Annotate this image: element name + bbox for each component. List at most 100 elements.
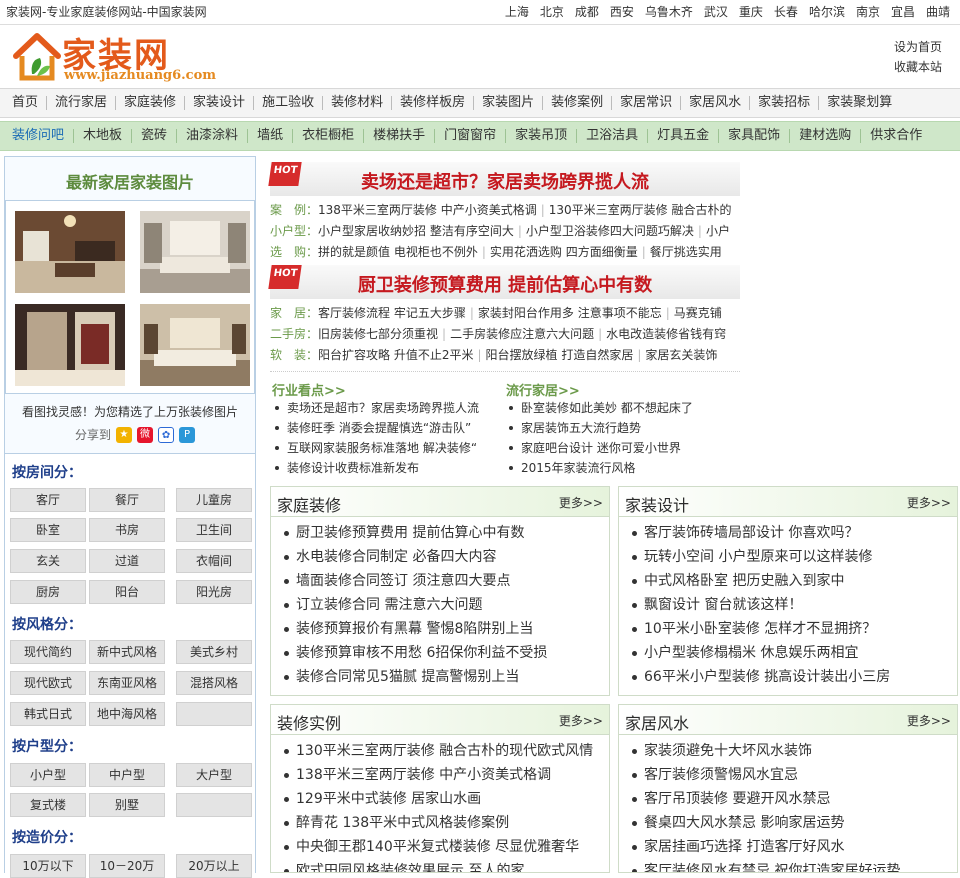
type-tag[interactable]: 大户型 xyxy=(176,763,252,787)
room-tag[interactable]: 玄关 xyxy=(10,549,86,573)
weibo-icon[interactable]: 微 xyxy=(137,426,154,443)
section-title[interactable]: 装修实例 xyxy=(277,710,341,734)
room-tag[interactable]: 餐厅 xyxy=(89,488,165,512)
type-tag[interactable]: 复式楼 xyxy=(10,793,86,817)
nav-item[interactable]: 流行家居 xyxy=(47,96,117,110)
nav-item[interactable]: 家装图片 xyxy=(474,96,544,110)
room-tag[interactable]: 阳台 xyxy=(89,580,165,604)
list-item[interactable]: 卖场还是超市？家居卖场跨界揽人流 xyxy=(272,398,504,418)
subnav-item[interactable]: 门窗窗帘 xyxy=(435,129,507,143)
style-tag[interactable]: 美式乡村 xyxy=(176,640,252,664)
city-link[interactable]: 成都 xyxy=(575,0,599,24)
nav-item[interactable]: 施工验收 xyxy=(254,96,324,110)
list-item[interactable]: 客厅装饰砖墙局部设计 你喜欢吗？ xyxy=(619,521,957,545)
list-item[interactable]: 装修预算报价有黑幕 警惕8陷阱别上当 xyxy=(271,617,609,641)
style-tag[interactable]: 东南亚风格 xyxy=(89,671,165,695)
style-tag[interactable]: 现代简约 xyxy=(10,640,86,664)
list-item[interactable]: 中央御王郡140平米复式楼装修 尽显优雅奢华 xyxy=(271,835,609,859)
style-tag[interactable]: 现代欧式 xyxy=(10,671,86,695)
price-tag[interactable]: 10－20万 xyxy=(89,854,165,878)
list-item[interactable]: 客厅装修须警惕风水宜忌 xyxy=(619,763,957,787)
subnav-item[interactable]: 木地板 xyxy=(74,129,133,143)
row-link[interactable]: 130平米三室两厅装修 融合古朴的 xyxy=(549,203,732,217)
city-link[interactable]: 武汉 xyxy=(704,0,728,24)
list-item[interactable]: 醉青花 138平米中式风格装修案例 xyxy=(271,811,609,835)
list-item[interactable]: 客厅装修风水有禁忌 祝你打造家居好运势 xyxy=(619,859,957,872)
list-item[interactable]: 66平米小户型装修 挑高设计装出小三房 xyxy=(619,665,957,689)
city-link[interactable]: 西安 xyxy=(610,0,634,24)
list-item[interactable]: 飘窗设计 窗台就该这样！ xyxy=(619,593,957,617)
style-tag[interactable]: 混搭风格 xyxy=(176,671,252,695)
subnav-item[interactable]: 卫浴洁具 xyxy=(577,129,649,143)
row-link[interactable]: 实用花洒选购 四方面细衡量 xyxy=(490,245,638,259)
more-link[interactable]: 更多>> xyxy=(907,494,951,511)
row-link[interactable]: 拼的就是颜值 电视柜也不例外 xyxy=(318,245,478,259)
list-item[interactable]: 欧式田园风格装修效果展示 至人的家 xyxy=(271,859,609,872)
nav-item[interactable]: 家居风水 xyxy=(681,96,751,110)
row-link[interactable]: 家居玄关装饰 xyxy=(645,348,717,362)
city-link[interactable]: 乌鲁木齐 xyxy=(645,0,693,24)
list-item[interactable]: 家居装饰五大流行趋势 xyxy=(506,418,738,438)
row-link[interactable]: 小户 xyxy=(706,224,730,238)
list-item[interactable]: 卧室装修如此美妙 都不想起床了 xyxy=(506,398,738,418)
room-tag[interactable]: 厨房 xyxy=(10,580,86,604)
list-item[interactable]: 装修设计收费标准新发布 xyxy=(272,458,504,478)
gallery-thumb[interactable] xyxy=(140,304,250,386)
add-favorite-link[interactable]: 收藏本站 xyxy=(894,57,942,77)
subnav-item[interactable]: 家装吊顶 xyxy=(506,129,578,143)
list-item[interactable]: 装修预算审核不用愁 6招保你利益不受损 xyxy=(271,641,609,665)
room-tag[interactable]: 儿童房 xyxy=(176,488,252,512)
more-link[interactable]: 更多>> xyxy=(559,712,603,729)
subnav-item[interactable]: 装修问吧 xyxy=(0,129,75,143)
subnav-item[interactable]: 墙纸 xyxy=(248,129,294,143)
row-link[interactable]: 马赛克铺 xyxy=(674,306,722,320)
list-item[interactable]: 10平米小卧室装修 怎样才不显拥挤？ xyxy=(619,617,957,641)
nav-item[interactable]: 家居常识 xyxy=(612,96,682,110)
row-link[interactable]: 二手房装修应注意六大问题 xyxy=(450,327,594,341)
subnav-item[interactable]: 瓷砖 xyxy=(132,129,178,143)
headline-title[interactable]: 厨卫装修预算费用 提前估算心中有数 xyxy=(270,271,740,297)
nav-item[interactable]: 家装设计 xyxy=(185,96,255,110)
type-tag[interactable]: 中户型 xyxy=(89,763,165,787)
city-link[interactable]: 宜昌 xyxy=(891,0,915,24)
row-link[interactable]: 水电改造装修省钱有窍 xyxy=(606,327,726,341)
qq-icon[interactable]: P xyxy=(179,426,196,443)
more-link[interactable]: 更多>> xyxy=(907,712,951,729)
list-item[interactable]: 小户型装修榻榻米 休息娱乐两相宜 xyxy=(619,641,957,665)
headline-title[interactable]: 卖场还是超市？家居卖场跨界揽人流 xyxy=(270,168,740,194)
row-link[interactable]: 138平米三室两厅装修 中产小资美式格调 xyxy=(318,203,537,217)
list-item[interactable]: 墙面装修合同签订 须注意四大要点 xyxy=(271,569,609,593)
nav-item[interactable]: 首页 xyxy=(0,96,48,110)
list-item[interactable]: 餐桌四大风水禁忌 影响家居运势 xyxy=(619,811,957,835)
room-tag[interactable]: 卫生间 xyxy=(176,518,252,542)
gallery-thumb[interactable] xyxy=(15,211,125,293)
row-link[interactable]: 餐厅挑选实用 xyxy=(650,245,722,259)
list-item[interactable]: 装修合同常见5猫腻 提高警惕别上当 xyxy=(271,665,609,689)
row-link[interactable]: 家装封阳台作用多 注意事项不能忘 xyxy=(478,306,662,320)
list-item[interactable]: 129平米中式装修 居家山水画 xyxy=(271,787,609,811)
city-link[interactable]: 哈尔滨 xyxy=(809,0,845,24)
style-tag[interactable]: 地中海风格 xyxy=(89,702,165,726)
headline-banner[interactable]: HOT 厨卫装修预算费用 提前估算心中有数 xyxy=(268,265,740,299)
more-link[interactable]: 更多>> xyxy=(559,494,603,511)
subnav-item[interactable]: 灯具五金 xyxy=(648,129,720,143)
type-tag[interactable]: 小户型 xyxy=(10,763,86,787)
subnav-item[interactable]: 衣柜橱柜 xyxy=(293,129,365,143)
list-item[interactable]: 互联网家装服务标准落地 解决装修“ xyxy=(272,438,504,458)
list-item[interactable]: 水电装修合同制定 必备四大内容 xyxy=(271,545,609,569)
price-tag[interactable]: 20万以上 xyxy=(176,854,252,878)
city-link[interactable]: 北京 xyxy=(540,0,564,24)
row-link[interactable]: 旧房装修七部分须重视 xyxy=(318,327,438,341)
nav-item[interactable]: 家装聚划算 xyxy=(819,96,900,110)
room-tag[interactable]: 衣帽间 xyxy=(176,549,252,573)
subnav-item[interactable]: 油漆涂料 xyxy=(177,129,249,143)
list-item[interactable]: 130平米三室两厅装修 融合古朴的现代欧式风情 xyxy=(271,739,609,763)
row-link[interactable]: 小户型家居收纳妙招 整洁有序空间大 xyxy=(318,224,514,238)
list-item[interactable]: 厨卫装修预算费用 提前估算心中有数 xyxy=(271,521,609,545)
room-tag[interactable]: 过道 xyxy=(89,549,165,573)
section-title[interactable]: 家庭装修 xyxy=(277,492,341,516)
row-link[interactable]: 客厅装修流程 牢记五大步骤 xyxy=(318,306,466,320)
subnav-item[interactable]: 供求合作 xyxy=(861,129,931,143)
list-item[interactable]: 家庭吧台设计 迷你可爱小世界 xyxy=(506,438,738,458)
room-tag[interactable]: 阳光房 xyxy=(176,580,252,604)
